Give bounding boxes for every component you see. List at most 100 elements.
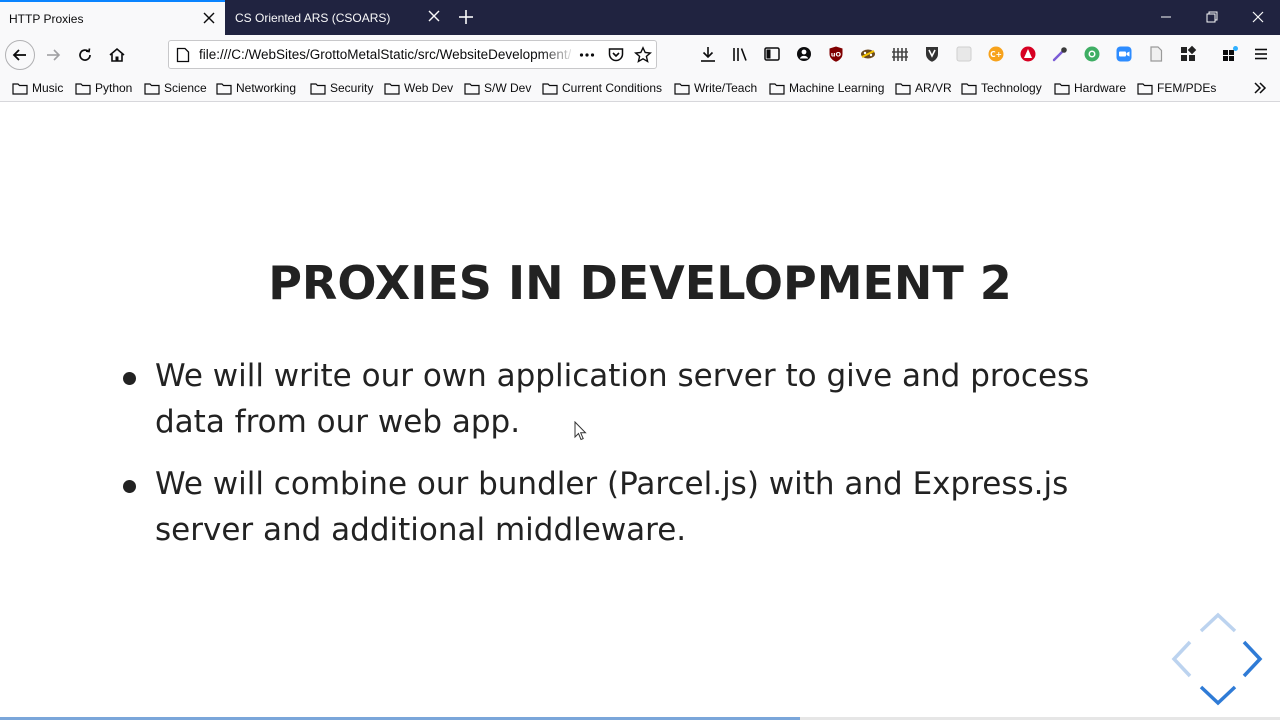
bookmark-folder-security[interactable]: Security [310, 80, 373, 96]
extension-coupon-icon[interactable]: C+ [987, 45, 1005, 63]
back-button[interactable] [5, 40, 35, 70]
page-icon [176, 47, 190, 63]
home-icon [109, 47, 125, 62]
svg-text:C+: C+ [990, 50, 1002, 59]
bookmarks-toolbar: Music Python Science Networking Security… [0, 74, 1280, 102]
close-icon[interactable] [428, 10, 440, 22]
bookmark-label: Science [164, 81, 207, 95]
folder-icon [1054, 82, 1070, 95]
bookmark-folder-technology[interactable]: Technology [961, 80, 1042, 96]
tab-http-proxies[interactable]: HTTP Proxies [0, 0, 225, 35]
new-tab-plus-icon[interactable] [457, 8, 475, 26]
forward-button[interactable] [41, 43, 65, 67]
nav-left-arrow-icon[interactable] [1171, 640, 1192, 678]
bookmark-label: S/W Dev [484, 81, 532, 95]
bookmark-folder-write-teach[interactable]: Write/Teach [674, 80, 757, 96]
folder-icon [464, 82, 480, 95]
bookmark-folder-fem-pdes[interactable]: FEM/PDEs [1137, 80, 1216, 96]
zoom-extension-icon[interactable] [1115, 45, 1133, 63]
account-icon[interactable] [795, 45, 813, 63]
folder-icon [1137, 82, 1153, 95]
extensions-puzzle-icon[interactable] [1221, 45, 1239, 63]
mouse-cursor-icon [574, 421, 587, 441]
library-icon[interactable] [731, 45, 749, 63]
extension-monkey-icon[interactable] [859, 45, 877, 63]
folder-icon [310, 82, 326, 95]
folder-icon [542, 82, 558, 95]
bullet-item: We will combine our bundler (Parcel.js) … [123, 461, 1153, 553]
extension-placeholder-icon[interactable] [955, 45, 973, 63]
bookmark-folder-science[interactable]: Science [144, 80, 207, 96]
slide-title: PROXIES IN DEVELOPMENT 2 [268, 256, 1012, 310]
nav-right-arrow-icon[interactable] [1242, 640, 1263, 678]
folder-icon [961, 82, 977, 95]
tab-strip: HTTP Proxies CS Oriented ARS (CSOARS) [0, 0, 1280, 35]
bookmark-label: Write/Teach [694, 81, 758, 95]
bookmark-folder-hardware[interactable]: Hardware [1054, 80, 1126, 96]
page-actions-icon[interactable] [578, 46, 596, 64]
close-icon[interactable] [203, 12, 215, 24]
pocket-icon[interactable] [607, 46, 625, 64]
bookmark-label: Hardware [1074, 81, 1127, 95]
url-text[interactable]: file:///C:/WebSites/GrottoMetalStatic/sr… [199, 47, 571, 62]
bookmark-label: FEM/PDEs [1157, 81, 1217, 95]
tab-title: HTTP Proxies [9, 11, 84, 26]
document-icon[interactable] [1147, 45, 1165, 63]
navigation-toolbar: file:///C:/WebSites/GrottoMetalStatic/sr… [0, 35, 1280, 74]
bookmark-label: Security [330, 81, 374, 95]
downloads-icon[interactable] [699, 45, 717, 63]
window-close-icon[interactable] [1249, 8, 1267, 26]
bullet-item: We will write our own application server… [123, 353, 1153, 445]
bookmark-folder-music[interactable]: Music [12, 80, 63, 96]
folder-icon [12, 82, 28, 95]
sidebar-icon[interactable] [763, 45, 781, 63]
bookmark-folder-current-conditions[interactable]: Current Conditions [542, 80, 662, 96]
bookmark-folder-ar-vr[interactable]: AR/VR [895, 80, 952, 96]
bookmark-label: Current Conditions [562, 81, 663, 95]
bookmark-label: Machine Learning [789, 81, 885, 95]
address-bar[interactable]: file:///C:/WebSites/GrottoMetalStatic/sr… [168, 40, 657, 69]
folder-icon [769, 82, 785, 95]
bookmark-folder-python[interactable]: Python [75, 80, 132, 96]
bookmark-label: Python [95, 81, 133, 95]
bullet-list: We will write our own application server… [123, 353, 1153, 569]
folder-icon [384, 82, 400, 95]
bookmark-label: Web Dev [404, 81, 454, 95]
restore-icon[interactable] [1203, 8, 1221, 26]
folder-icon [674, 82, 690, 95]
extension-grid-icon[interactable] [1179, 45, 1197, 63]
extension-green-circle-icon[interactable] [1083, 45, 1101, 63]
extension-fence-icon[interactable] [891, 45, 909, 63]
folder-icon [75, 82, 91, 95]
bookmark-folder-sw-dev[interactable]: S/W Dev [464, 80, 531, 96]
extension-red-alert-icon[interactable] [1019, 45, 1037, 63]
bookmark-folder-web-dev[interactable]: Web Dev [384, 80, 453, 96]
bullet-text: We will combine our bundler (Parcel.js) … [155, 466, 1069, 548]
home-button[interactable] [105, 43, 129, 67]
bookmark-label: AR/VR [915, 81, 952, 95]
extension-shield-icon[interactable] [923, 45, 941, 63]
bookmark-folder-networking[interactable]: Networking [216, 80, 296, 96]
minimize-icon[interactable] [1157, 8, 1175, 26]
bullet-text: We will write our own application server… [155, 358, 1090, 440]
folder-icon [895, 82, 911, 95]
eyedropper-icon[interactable] [1051, 45, 1069, 63]
bookmark-label: Technology [981, 81, 1042, 95]
bullet-dot [123, 480, 136, 493]
reload-button[interactable] [73, 43, 97, 67]
bookmark-folder-machine-learning[interactable]: Machine Learning [769, 80, 884, 96]
folder-icon [144, 82, 160, 95]
nav-up-arrow-icon[interactable] [1199, 612, 1237, 633]
svg-text:uO: uO [831, 51, 842, 59]
bookmark-label: Networking [236, 81, 297, 95]
reload-icon [79, 48, 91, 61]
slide-navigation-controls [1168, 611, 1268, 707]
hamburger-menu-icon[interactable] [1252, 45, 1270, 63]
bookmark-star-icon[interactable] [634, 46, 652, 64]
nav-down-arrow-icon[interactable] [1199, 685, 1237, 706]
ublock-origin-icon[interactable]: uO [827, 45, 845, 63]
folder-icon [216, 82, 232, 95]
tab-csoars[interactable]: CS Oriented ARS (CSOARS) [226, 0, 450, 35]
chevron-double-right-icon[interactable] [1252, 80, 1268, 96]
tab-title: CS Oriented ARS (CSOARS) [235, 10, 391, 25]
